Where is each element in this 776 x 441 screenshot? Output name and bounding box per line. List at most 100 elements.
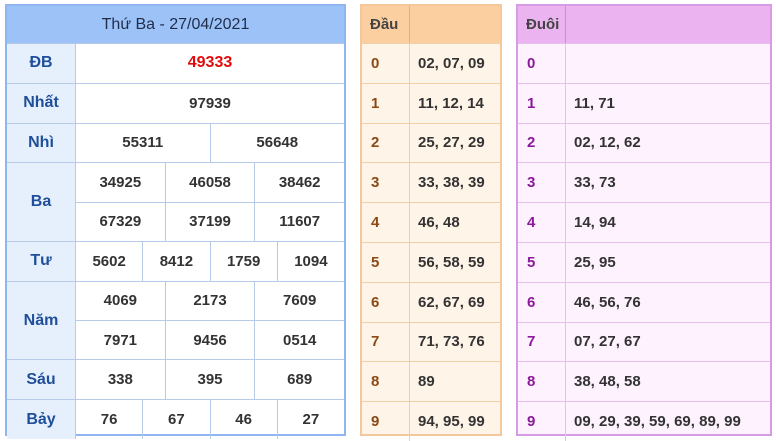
- prize-number: 76: [100, 411, 118, 429]
- prize-line: 338 395 689: [76, 360, 344, 400]
- head-digit: 9: [362, 402, 410, 441]
- prize-number: 689: [254, 360, 344, 400]
- prize-line: 5602 8412 1759 1094: [76, 241, 344, 281]
- prize-number: 37199: [164, 202, 255, 241]
- head-numbers: 94, 95, 99: [418, 413, 485, 431]
- head-row: 9 94, 95, 99: [362, 401, 500, 441]
- head-digit: 0: [362, 44, 410, 83]
- head-numbers: 56, 58, 59: [418, 253, 485, 271]
- head-digit: 8: [362, 362, 410, 402]
- prize-line: 34925 46058 38462: [76, 163, 344, 202]
- tail-row: 9 09, 29, 39, 59, 69, 89, 99: [518, 401, 770, 441]
- prize-number: 46058: [164, 163, 255, 202]
- head-digit: 5: [362, 242, 410, 282]
- head-row: 7 71, 73, 76: [362, 321, 500, 362]
- tail-table-body: 0 1 11, 71 2 02, 12, 62 3 33, 73 4 14, 94 5 25, 95…: [518, 43, 770, 441]
- head-row: 5 56, 58, 59: [362, 241, 500, 282]
- prize-number: 67: [142, 400, 209, 439]
- prize-number: 2173: [164, 281, 255, 321]
- tail-digit: 2: [518, 123, 566, 163]
- prize-values: 76 67 46 27: [76, 400, 344, 439]
- head-numbers: 46, 48: [418, 214, 460, 232]
- prize-row: ĐB 49333: [7, 43, 344, 83]
- head-row: 0 02, 07, 09: [362, 43, 500, 83]
- prize-values: 338 395 689: [76, 360, 344, 400]
- prize-number: 1094: [276, 241, 344, 281]
- prize-label: Bảy: [7, 400, 76, 439]
- tail-numbers: 07, 27, 67: [574, 333, 641, 351]
- head-numbers: 71, 73, 76: [418, 333, 485, 351]
- prize-number: 7971: [103, 331, 138, 349]
- prize-row: Tư 5602 8412 1759 1094: [7, 240, 344, 281]
- head-numbers: 02, 07, 09: [418, 54, 485, 72]
- prize-number: 67329: [99, 213, 142, 231]
- tail-numbers: 14, 94: [574, 214, 616, 232]
- tail-digit: 5: [518, 242, 566, 282]
- tail-row: 0: [518, 43, 770, 83]
- prize-values: 4069 2173 7609 7971 9456 0514: [76, 281, 344, 360]
- head-row: 1 11, 12, 14: [362, 82, 500, 123]
- prize-label: ĐB: [7, 44, 76, 83]
- prize-number: 9456: [164, 321, 255, 360]
- tail-digit: 3: [518, 163, 566, 203]
- prize-line: 67329 37199 11607: [76, 201, 344, 241]
- prize-row: Bảy 76 67 46 27: [7, 399, 344, 439]
- tail-digit: 1: [518, 83, 566, 123]
- head-table-title: Đầu: [362, 6, 410, 43]
- head-digit: 4: [362, 203, 410, 242]
- prize-number: 338: [107, 371, 133, 389]
- tail-row: 1 11, 71: [518, 82, 770, 123]
- prize-number: 11607: [254, 202, 344, 241]
- tail-row: 5 25, 95: [518, 241, 770, 282]
- tail-numbers: 11, 71: [574, 94, 615, 112]
- head-row: 8 89: [362, 361, 500, 402]
- head-numbers: 11, 12, 14: [418, 94, 484, 112]
- tail-digit: 4: [518, 203, 566, 242]
- prize-label: Nhất: [7, 83, 76, 123]
- tail-numbers: 02, 12, 62: [574, 134, 641, 152]
- tail-digit: 6: [518, 282, 566, 322]
- prize-line: 97939: [76, 84, 344, 123]
- results-body: ĐB 49333 Nhất 97939 Nhì 55311 56648 Ba 34925 4605…: [7, 43, 344, 439]
- tail-digit: 8: [518, 362, 566, 402]
- tail-digit: 9: [518, 402, 566, 441]
- results-date-title: Thứ Ba - 27/04/2021: [7, 6, 344, 43]
- prize-row: Nhất 97939: [7, 82, 344, 123]
- prize-line: 55311 56648: [76, 123, 344, 163]
- head-digit: 7: [362, 322, 410, 362]
- head-row: 6 62, 67, 69: [362, 281, 500, 322]
- tail-row: 8 38, 48, 58: [518, 361, 770, 402]
- prize-number: 46: [209, 400, 277, 439]
- head-digit: 3: [362, 163, 410, 203]
- head-digit: 2: [362, 123, 410, 163]
- tail-row: 3 33, 73: [518, 162, 770, 203]
- prize-number: 395: [164, 360, 255, 400]
- prize-label: Nhì: [7, 123, 76, 163]
- tail-table-header: Đuôi: [518, 6, 770, 43]
- tail-numbers: 33, 73: [574, 174, 616, 192]
- head-digit-table: Đầu 0 02, 07, 09 1 11, 12, 14 2 25, 27, 29 3 33…: [360, 4, 502, 441]
- prize-label: Sáu: [7, 360, 76, 400]
- head-table-header: Đầu: [362, 6, 500, 43]
- tail-numbers: 46, 56, 76: [574, 293, 641, 311]
- prize-number: 1759: [209, 241, 277, 281]
- head-row: 4 46, 48: [362, 202, 500, 242]
- head-digit: 6: [362, 282, 410, 322]
- tail-table-title: Đuôi: [518, 6, 566, 43]
- prize-row: Nhì 55311 56648: [7, 122, 344, 163]
- prize-line: 49333: [76, 44, 344, 83]
- prize-number: 34925: [99, 174, 142, 192]
- tail-row: 2 02, 12, 62: [518, 122, 770, 163]
- prize-number: 5602: [92, 252, 126, 270]
- prize-line: 7971 9456 0514: [76, 320, 344, 360]
- tail-digit: 0: [518, 44, 566, 83]
- prize-line: 76 67 46 27: [76, 400, 344, 439]
- head-numbers: 33, 38, 39: [418, 174, 485, 192]
- tail-numbers: 38, 48, 58: [574, 373, 641, 391]
- prize-values: 55311 56648: [76, 123, 344, 163]
- head-row: 2 25, 27, 29: [362, 122, 500, 163]
- prize-values: 97939: [76, 84, 344, 123]
- tail-row: 6 46, 56, 76: [518, 281, 770, 322]
- tail-numbers: 09, 29, 39, 59, 69, 89, 99: [574, 413, 741, 431]
- tail-digit: 7: [518, 322, 566, 362]
